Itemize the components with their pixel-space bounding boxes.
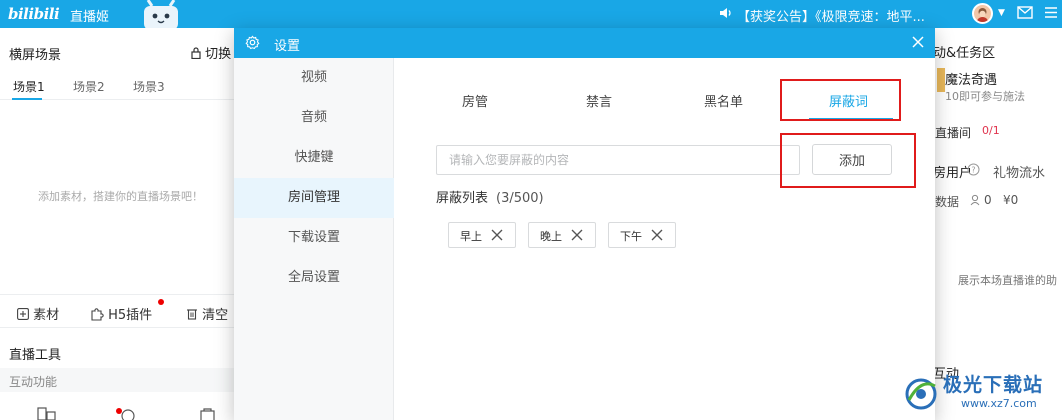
app-name: 直播姬 [70, 10, 110, 25]
empty-scene-hint: 添加素材，搭建你的直播场景吧！ [38, 190, 203, 203]
tab-scene-2[interactable]: 场景2 [73, 78, 105, 95]
active-subtab-indicator [809, 118, 893, 120]
h5-plugin-button[interactable]: H5插件 [90, 304, 152, 323]
remove-x-icon[interactable] [570, 228, 584, 242]
live-room-label: 直播间 [935, 126, 972, 140]
puzzle-icon [91, 308, 104, 321]
watermark-logo-icon [905, 378, 937, 410]
scene-toolbar: 素材 H5插件 清空 [0, 294, 238, 328]
remove-x-icon[interactable] [490, 228, 504, 242]
remove-x-icon[interactable] [650, 228, 664, 242]
blocked-list-label: 屏蔽列表 (3/500) [436, 187, 544, 206]
tab-mute[interactable]: 禁言 [586, 91, 612, 110]
switch-scene-label: 切换 [205, 47, 232, 62]
add-material-button[interactable]: 素材 [17, 304, 59, 323]
blocked-word-tag: 早上 [448, 222, 516, 248]
user-avatar[interactable] [972, 3, 993, 24]
menu-icon[interactable] [1044, 6, 1058, 19]
data-label: 数据 [935, 195, 960, 209]
gift-tool-icon[interactable] [118, 406, 138, 420]
tab-blacklist[interactable]: 黑名单 [704, 91, 743, 110]
activity-section-title: 动&任务区 [933, 46, 996, 61]
scene-tabs: 场景1 场景2 场景3 [0, 74, 238, 100]
help-icon[interactable]: ? [967, 163, 980, 176]
add-word-button[interactable]: 添加 [812, 144, 892, 175]
tab-room-admins[interactable]: 房管 [462, 91, 488, 110]
switch-scene-button[interactable]: 切换 [191, 43, 231, 62]
trash-icon [187, 309, 197, 320]
svg-text:?: ? [971, 166, 975, 175]
people-icon [970, 194, 980, 206]
watermark-url: www.xz7.com [961, 397, 1037, 410]
blocked-list-count: (3/500) [496, 191, 544, 206]
blocked-list-title: 屏蔽列表 [436, 191, 489, 206]
data-people-value: 0 [984, 193, 992, 207]
nav-room-management[interactable]: 房间管理 [234, 178, 394, 218]
clear-button[interactable]: 清空 [186, 304, 228, 323]
gear-icon [245, 35, 260, 50]
live-tools-header: 直播工具 [9, 348, 62, 363]
top-bar: bilibili 直播姬 【获奖公告】《极限竞速：地平... ▼ [0, 0, 1062, 28]
activity-panel: 动&任务区 魔法奇遇 10即可参与施法 直播间 0/1 房用户 ? 礼物流水 数… [932, 28, 1062, 420]
watermark-text: 极光下载站 [943, 374, 1044, 396]
blocked-word-text: 下午 [620, 230, 642, 243]
mascot-icon [144, 0, 178, 28]
h5-plugin-label: H5插件 [108, 308, 153, 323]
scene-header: 横屏场景 [9, 48, 62, 63]
clear-label: 清空 [202, 308, 229, 323]
event-thumbnail [937, 68, 945, 92]
nav-download-settings[interactable]: 下载设置 [234, 218, 394, 258]
live-room-count: 0/1 [982, 124, 1000, 137]
chevron-down-icon[interactable]: ▼ [998, 8, 1005, 18]
dialog-title: 设置 [274, 39, 301, 54]
vote-tool-icon[interactable] [36, 406, 58, 420]
blocked-word-input[interactable] [436, 145, 800, 175]
nav-shortcuts[interactable]: 快捷键 [234, 138, 394, 178]
notification-dot [158, 299, 164, 305]
nav-video[interactable]: 视频 [234, 58, 394, 98]
site-watermark: 极光下载站 www.xz7.com [899, 368, 1062, 420]
tab-blocked-words[interactable]: 屏蔽词 [829, 91, 868, 110]
data-money-value: ¥0 [1003, 193, 1019, 207]
add-square-icon [17, 308, 29, 320]
material-label: 素材 [33, 308, 60, 323]
gift-flow-tab[interactable]: 礼物流水 [993, 162, 1045, 181]
interaction-section: 互动功能 [0, 368, 238, 392]
mail-icon[interactable] [1017, 6, 1033, 19]
settings-dialog: 设置 视频 音频 快捷键 房间管理 下载设置 全局设置 房管 禁言 黑名单 屏蔽… [234, 28, 935, 420]
nav-audio[interactable]: 音频 [234, 98, 394, 138]
room-management-content: 房管 禁言 黑名单 屏蔽词 添加 屏蔽列表 (3/500) 早上 晚上 下午 [395, 58, 935, 420]
blocked-word-tag: 晚上 [528, 222, 596, 248]
lock-icon [191, 47, 201, 60]
announcement-text[interactable]: 【获奖公告】《极限竞速：地平... [737, 6, 925, 25]
dialog-title-bar: 设置 [234, 28, 935, 58]
tab-scene-1[interactable]: 场景1 [13, 78, 45, 95]
blocked-word-tag: 下午 [608, 222, 676, 248]
active-tab-indicator [12, 98, 42, 100]
bag-tool-icon[interactable] [199, 406, 217, 420]
tab-scene-3[interactable]: 场景3 [133, 78, 165, 95]
blocked-word-text: 早上 [460, 230, 482, 243]
interaction-label: 互动功能 [9, 375, 58, 389]
contribution-hint: 展示本场直播谁的助 [958, 274, 1057, 287]
bilibili-logo: bilibili [8, 5, 60, 23]
scene-panel: 横屏场景 切换 场景1 场景2 场景3 添加素材，搭建你的直播场景吧！ 素材 H… [0, 28, 238, 420]
avatar-image-icon [976, 8, 989, 22]
blocked-word-text: 晚上 [540, 230, 562, 243]
close-icon[interactable] [910, 34, 926, 50]
speaker-icon[interactable] [719, 6, 733, 20]
nav-global-settings[interactable]: 全局设置 [234, 258, 394, 298]
event-subtitle: 10即可参与施法 [945, 90, 1025, 103]
event-title[interactable]: 魔法奇遇 [945, 69, 997, 88]
settings-nav: 视频 音频 快捷键 房间管理 下载设置 全局设置 [234, 58, 394, 420]
